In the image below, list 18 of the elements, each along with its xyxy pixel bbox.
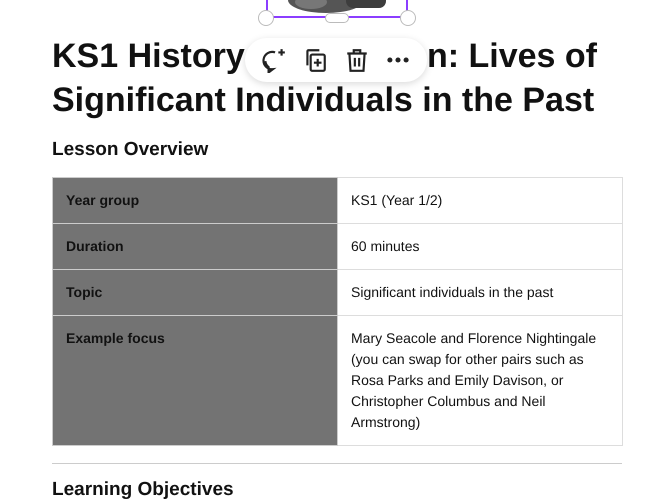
table-cell: Mary Seacole and Florence Nightingale (you can swap for other pairs such as Rosa Parks and Emily Davison, or Christopher Columbus and Neil Armstrong): [338, 316, 622, 446]
row-header-cell: Year group: [52, 178, 338, 224]
resize-handle[interactable]: [258, 10, 274, 26]
section-heading: Lesson Overview: [52, 138, 210, 162]
table-cell: KS1 (Year 1/2): [338, 178, 622, 224]
comment-add-icon: [260, 47, 287, 73]
row-header-cell: Example focus: [52, 316, 338, 446]
table-cell: 60 minutes: [338, 224, 622, 270]
resize-handle[interactable]: [400, 10, 416, 26]
heading-text: KS1 History: [52, 36, 245, 77]
table-cell: Significant individuals in the past: [338, 270, 622, 316]
heading-text: Significant Individuals in the Past: [52, 80, 596, 121]
row-header-cell: Topic: [52, 270, 338, 316]
row-header-cell: Duration: [52, 224, 338, 270]
more-icon: [387, 57, 410, 63]
heading-text: n: Lives of: [426, 36, 597, 77]
section-heading: Learning Objectives: [52, 478, 235, 502]
resize-handle[interactable]: [325, 13, 349, 23]
